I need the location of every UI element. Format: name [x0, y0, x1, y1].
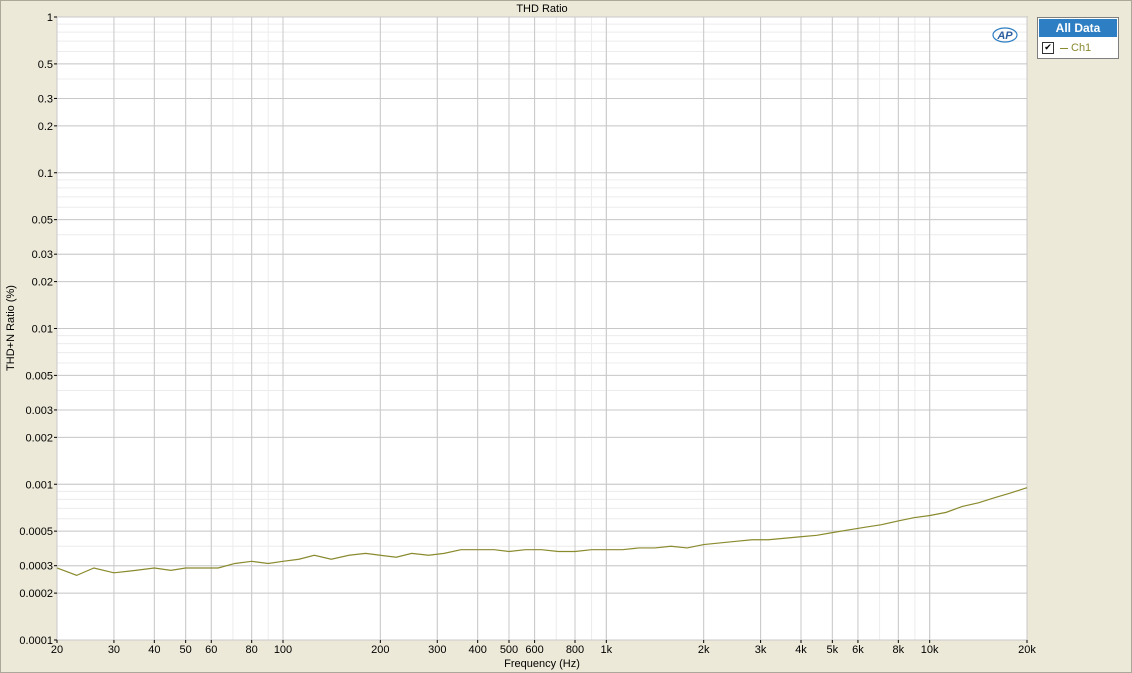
legend-checkbox-ch1[interactable]: ✔ — [1042, 42, 1054, 54]
legend-label-ch1: Ch1 — [1071, 42, 1092, 54]
x-tick-label: 800 — [566, 644, 584, 656]
x-tick-label: 80 — [246, 644, 258, 656]
y-tick-label: 0.2 — [38, 121, 53, 133]
logo-text: AP — [996, 30, 1013, 42]
y-tick-label: 1 — [47, 12, 53, 24]
x-tick-label: 60 — [205, 644, 217, 656]
y-tick-label: 0.05 — [32, 215, 53, 227]
y-tick-label: 0.0001 — [19, 635, 53, 647]
x-tick-label: 4k — [795, 644, 807, 656]
y-tick-label: 0.002 — [25, 432, 53, 444]
chart: 20 30 40 50 60 80 100 200 300 400 500 600 800 1k 2k 3k 4… — [0, 0, 1132, 673]
legend-item-ch1[interactable]: ✔ Ch1 — [1042, 41, 1091, 55]
y-tick-label: 0.003 — [25, 405, 53, 417]
legend-header-all-data[interactable]: All Data — [1039, 19, 1117, 37]
x-tick-label: 100 — [274, 644, 292, 656]
y-tick-label: 0.3 — [38, 93, 53, 105]
x-tick-label: 5k — [827, 644, 839, 656]
x-tick-label: 40 — [148, 644, 160, 656]
x-tick-label: 300 — [428, 644, 446, 656]
x-tick-label: 6k — [852, 644, 864, 656]
y-axis-label: THD+N Ratio (%) — [5, 285, 17, 371]
legend: All Data ✔ Ch1 — [1037, 17, 1119, 59]
x-tick-label: 8k — [893, 644, 905, 656]
y-tick-label: 0.02 — [32, 277, 53, 289]
x-tick-label: 3k — [755, 644, 767, 656]
y-tick-label: 0.001 — [25, 479, 53, 491]
y-tick-label: 0.1 — [38, 168, 53, 180]
y-tick-label: 0.5 — [38, 59, 53, 71]
legend-swatch-ch1 — [1060, 47, 1068, 49]
x-tick-label: 500 — [500, 644, 518, 656]
y-tick-label: 0.005 — [25, 370, 53, 382]
chart-title: THD Ratio — [516, 3, 567, 15]
x-tick-label: 10k — [921, 644, 939, 656]
y-tick-label: 0.0005 — [19, 526, 53, 538]
y-tick-label: 0.03 — [32, 249, 53, 261]
y-tick-label: 0.01 — [32, 324, 53, 336]
x-tick-label: 600 — [525, 644, 543, 656]
x-tick-label: 200 — [371, 644, 389, 656]
x-tick-label: 1k — [601, 644, 613, 656]
x-axis-label: Frequency (Hz) — [504, 658, 580, 670]
x-tick-label: 30 — [108, 644, 120, 656]
y-tick-label: 0.0003 — [19, 561, 53, 573]
x-tick-label: 20k — [1018, 644, 1036, 656]
x-tick-label: 50 — [180, 644, 192, 656]
x-tick-label: 2k — [698, 644, 710, 656]
y-tick-label: 0.0002 — [19, 588, 53, 600]
x-tick-label: 400 — [468, 644, 486, 656]
